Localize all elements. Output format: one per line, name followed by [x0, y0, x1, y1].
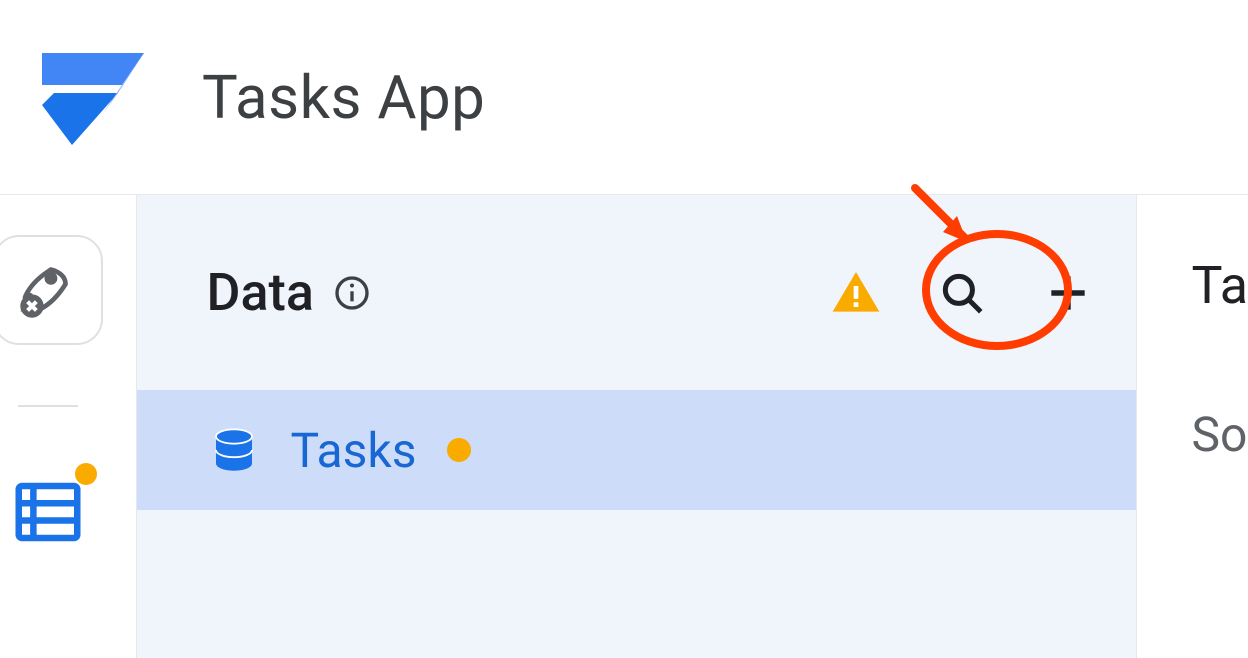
data-icon	[9, 473, 87, 551]
right-sub-fragment: So	[1192, 406, 1248, 463]
data-panel: Data	[137, 195, 1137, 658]
nav-data-button[interactable]	[3, 467, 93, 557]
warning-badge-dot	[75, 463, 97, 485]
data-source-tasks[interactable]: Tasks	[137, 390, 1136, 510]
data-panel-title-text: Data	[207, 262, 314, 323]
rail-divider	[18, 405, 78, 407]
add-source-button[interactable]	[1040, 265, 1096, 321]
database-icon	[207, 423, 261, 477]
app-title: Tasks App	[202, 62, 485, 133]
search-icon	[937, 268, 987, 318]
appsheet-logo-icon	[34, 45, 154, 150]
data-panel-title: Data	[207, 262, 372, 323]
plus-icon	[1043, 268, 1093, 318]
data-panel-actions	[828, 265, 1096, 321]
right-column: Ta So	[1137, 195, 1248, 658]
workspace: Data	[0, 195, 1248, 658]
rocket-icon	[13, 255, 83, 325]
warning-button[interactable]	[828, 265, 884, 321]
info-icon[interactable]	[332, 273, 372, 313]
search-button[interactable]	[934, 265, 990, 321]
status-dot-pending	[447, 438, 471, 462]
right-title-fragment: Ta	[1192, 255, 1248, 316]
warning-icon	[828, 265, 884, 321]
appsheet-logo[interactable]	[34, 45, 154, 150]
data-panel-body	[137, 510, 1136, 658]
app-header: Tasks App	[0, 0, 1248, 195]
nav-not-deployed-button[interactable]	[0, 235, 103, 345]
nav-rail	[0, 195, 137, 658]
data-source-label: Tasks	[291, 422, 417, 479]
data-panel-header: Data	[137, 195, 1136, 390]
